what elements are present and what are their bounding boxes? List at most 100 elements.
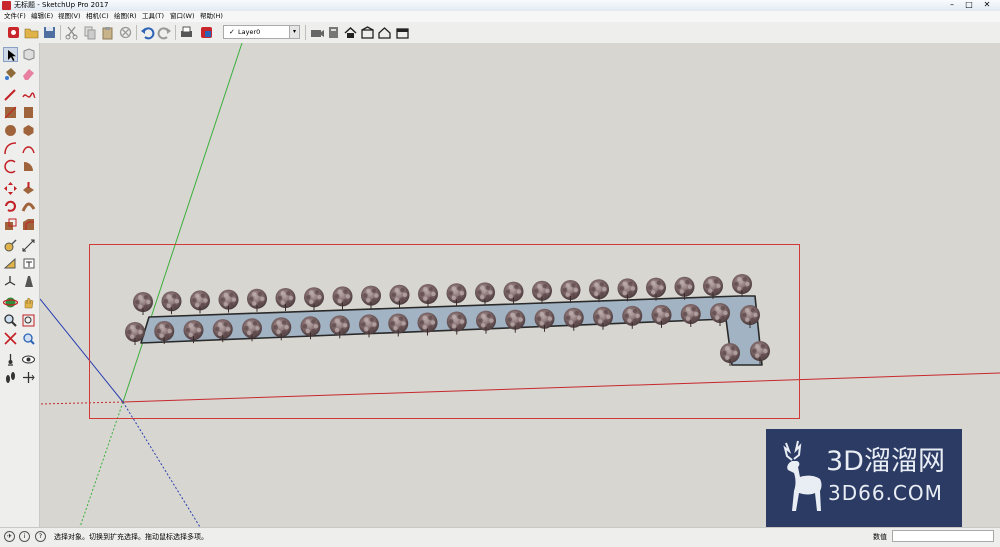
section-plane-icon[interactable]: [21, 370, 36, 385]
home-icon[interactable]: [343, 25, 358, 40]
help-icon[interactable]: ?: [35, 531, 46, 542]
paste-icon[interactable]: [100, 25, 115, 40]
tree-model[interactable]: [674, 276, 695, 300]
3d-text-icon[interactable]: [21, 274, 36, 289]
tree-model[interactable]: [651, 304, 672, 328]
move-icon[interactable]: [3, 181, 18, 196]
layer-dropdown[interactable]: ✓ Layer0 ▾: [223, 25, 300, 39]
dimension-icon[interactable]: [21, 238, 36, 253]
pan-hand-icon[interactable]: [21, 295, 36, 310]
zoom-extents-icon[interactable]: [3, 331, 18, 346]
copy-icon[interactable]: [82, 25, 97, 40]
menu-help[interactable]: 帮助(H): [200, 12, 223, 21]
menu-file[interactable]: 文件(F): [4, 12, 26, 21]
extension-icon[interactable]: [395, 25, 410, 40]
zoom-window-icon[interactable]: [21, 313, 36, 328]
follow-me-icon[interactable]: [21, 199, 36, 214]
tree-model[interactable]: [476, 310, 496, 334]
tree-model[interactable]: [389, 284, 410, 308]
select-arrow-icon[interactable]: [3, 47, 18, 62]
paint-bucket-icon[interactable]: [3, 66, 18, 81]
tree-model[interactable]: [589, 279, 609, 303]
tree-model[interactable]: [680, 303, 701, 327]
push-pull-icon[interactable]: [21, 181, 36, 196]
geo-location-icon[interactable]: ✈: [4, 531, 15, 542]
tree-model[interactable]: [593, 306, 613, 330]
tree-model[interactable]: [534, 308, 555, 332]
minimize-button[interactable]: –: [945, 0, 959, 10]
tree-model[interactable]: [161, 291, 182, 315]
eraser-icon[interactable]: [21, 66, 36, 81]
tape-measure-icon[interactable]: [3, 238, 18, 253]
cut-icon[interactable]: [64, 25, 79, 40]
make-component-icon[interactable]: [21, 47, 36, 62]
menu-view[interactable]: 视图(V): [58, 12, 81, 21]
menu-window[interactable]: 窗口(W): [170, 12, 195, 21]
tree-model[interactable]: [218, 289, 239, 313]
tree-model[interactable]: [361, 285, 381, 309]
tree-model[interactable]: [505, 309, 526, 333]
polygon-icon[interactable]: [21, 123, 36, 138]
book-icon[interactable]: [326, 25, 341, 40]
tree-model[interactable]: [732, 274, 752, 297]
model-info-icon[interactable]: [199, 25, 214, 40]
tree-model[interactable]: [332, 286, 353, 310]
menu-camera[interactable]: 相机(C): [86, 12, 109, 21]
measurements-input[interactable]: [892, 530, 994, 542]
rotate-icon[interactable]: [3, 199, 18, 214]
orbit-icon[interactable]: [3, 295, 18, 310]
tree-model[interactable]: [646, 277, 666, 301]
look-around-icon[interactable]: [21, 352, 36, 367]
tree-model[interactable]: [304, 287, 324, 311]
text-tool-icon[interactable]: [21, 256, 36, 271]
three-point-arc-icon[interactable]: [3, 159, 18, 174]
maximize-button[interactable]: □: [962, 0, 976, 10]
menu-edit[interactable]: 编辑(E): [31, 12, 53, 21]
tree-model[interactable]: [703, 276, 723, 299]
tree-model[interactable]: [563, 307, 584, 331]
tree-model[interactable]: [503, 281, 524, 305]
print-icon[interactable]: [179, 25, 194, 40]
freehand-icon[interactable]: [21, 87, 36, 102]
circle-icon[interactable]: [3, 123, 18, 138]
undo-icon[interactable]: [140, 25, 155, 40]
tree-model[interactable]: [133, 292, 153, 315]
redo-icon[interactable]: [157, 25, 172, 40]
position-camera-icon[interactable]: [3, 352, 18, 367]
erase-icon[interactable]: [118, 25, 133, 40]
new-file-icon[interactable]: [6, 25, 21, 40]
open-folder-icon[interactable]: [24, 25, 39, 40]
close-button[interactable]: ✕: [978, 0, 996, 10]
tree-model[interactable]: [560, 280, 581, 303]
chevron-down-icon[interactable]: ▾: [289, 26, 299, 38]
tree-model[interactable]: [446, 283, 467, 307]
menu-draw[interactable]: 绘图(R): [114, 12, 137, 21]
tree-model[interactable]: [617, 278, 638, 302]
save-icon[interactable]: [42, 25, 57, 40]
previous-view-icon[interactable]: [21, 331, 36, 346]
tree-model[interactable]: [532, 280, 552, 304]
tree-model[interactable]: [247, 288, 267, 312]
rotated-rectangle-icon[interactable]: [21, 105, 36, 120]
rectangle-icon[interactable]: [3, 105, 18, 120]
tree-model[interactable]: [475, 282, 495, 306]
zoom-icon[interactable]: [3, 313, 18, 328]
scale-icon[interactable]: [3, 217, 18, 232]
two-point-arc-icon[interactable]: [21, 141, 36, 156]
line-pencil-icon[interactable]: [3, 87, 18, 102]
protractor-icon[interactable]: [3, 256, 18, 271]
tree-model[interactable]: [190, 290, 210, 314]
pie-icon[interactable]: [21, 159, 36, 174]
warehouse-icon[interactable]: [360, 25, 375, 40]
offset-icon[interactable]: [21, 217, 36, 232]
credits-icon[interactable]: i: [19, 531, 30, 542]
tree-model[interactable]: [418, 284, 438, 307]
menu-tools[interactable]: 工具(T): [142, 12, 164, 21]
camera-icon[interactable]: [309, 25, 324, 40]
axes-icon[interactable]: [3, 274, 18, 289]
tree-model[interactable]: [275, 288, 296, 311]
walk-footprints-icon[interactable]: [3, 370, 18, 385]
house-outline-icon[interactable]: [377, 25, 392, 40]
arc-icon[interactable]: [3, 141, 18, 156]
tree-model[interactable]: [622, 305, 643, 329]
